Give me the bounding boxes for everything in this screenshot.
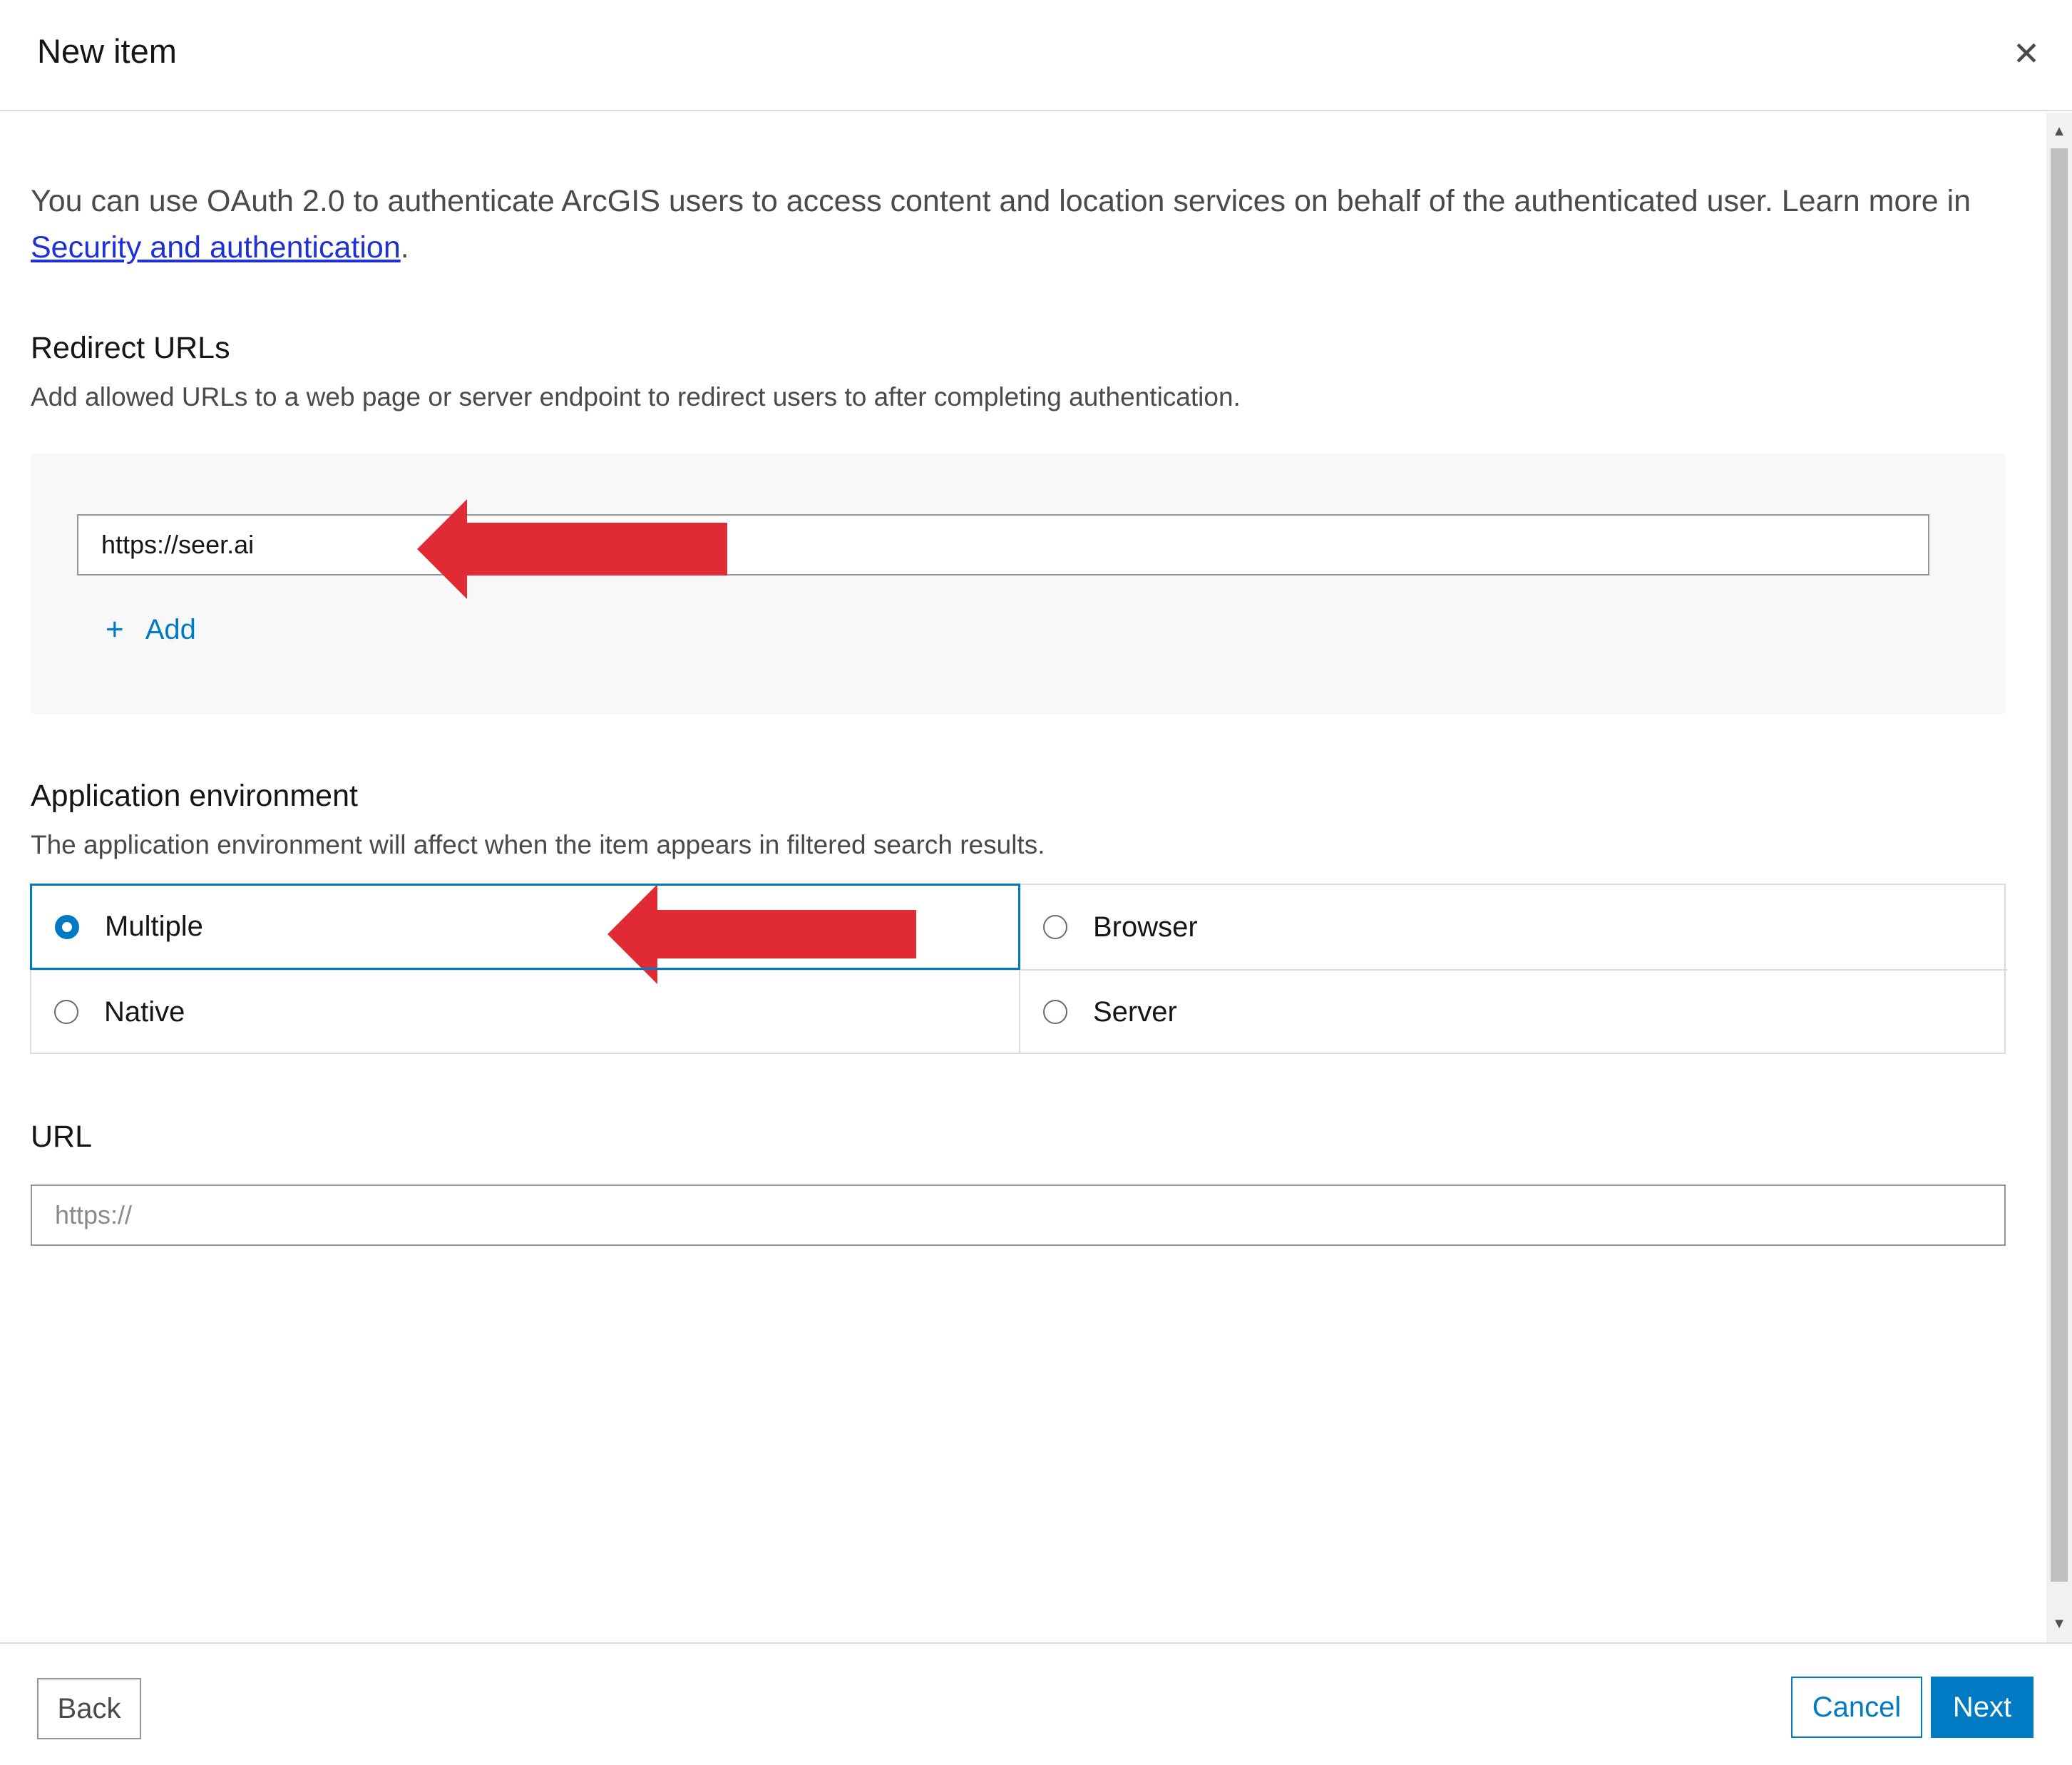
env-option-browser[interactable]: Browser — [1019, 885, 2007, 969]
intro-text-start: You can use OAuth 2.0 to authenticate Ar… — [31, 184, 1971, 218]
dialog-title: New item — [37, 32, 177, 70]
add-redirect-url-button[interactable]: + Add — [106, 605, 196, 655]
dialog-header: New item ✕ — [0, 0, 2072, 111]
close-icon[interactable]: ✕ — [2012, 36, 2041, 71]
add-label: Add — [145, 613, 196, 645]
application-environment-options: Multiple Browser Native Server — [30, 884, 2007, 1054]
url-title: URL — [31, 1120, 93, 1154]
redirect-urls-title: Redirect URLs — [31, 331, 230, 365]
redirect-urls-panel: + Add — [31, 454, 2006, 714]
application-environment-description: The application environment will affect … — [31, 830, 1045, 859]
env-option-multiple[interactable]: Multiple — [30, 884, 1020, 970]
plus-icon: + — [106, 612, 124, 647]
env-option-label: Browser — [1093, 911, 1198, 943]
scroll-up-icon[interactable]: ▲ — [2046, 118, 2072, 144]
env-option-label: Server — [1093, 996, 1177, 1028]
scroll-down-icon[interactable]: ▼ — [2046, 1611, 2072, 1637]
vertical-scrollbar[interactable]: ▲ ▼ — [2046, 113, 2072, 1642]
radio-icon — [1043, 1000, 1067, 1024]
env-option-label: Multiple — [105, 911, 203, 942]
scrollbar-thumb[interactable] — [2051, 148, 2068, 1582]
next-button[interactable]: Next — [1931, 1677, 2033, 1738]
redirect-url-input[interactable] — [77, 514, 1929, 575]
env-option-label: Native — [104, 996, 185, 1028]
env-option-server[interactable]: Server — [1019, 969, 2007, 1053]
url-input[interactable] — [31, 1185, 2006, 1246]
radio-icon — [54, 1000, 78, 1024]
back-button[interactable]: Back — [37, 1678, 141, 1739]
radio-icon — [1043, 915, 1067, 939]
radio-selected-icon — [55, 914, 79, 939]
new-item-dialog: New item ✕ You can use OAuth 2.0 to auth… — [0, 0, 2072, 1765]
redirect-urls-description: Add allowed URLs to a web page or server… — [31, 382, 1241, 411]
cancel-button[interactable]: Cancel — [1791, 1677, 1922, 1738]
dialog-body: You can use OAuth 2.0 to authenticate Ar… — [0, 113, 2072, 1642]
annotation-arrow-icon — [417, 499, 727, 599]
intro-text-end: . — [400, 230, 409, 265]
intro-text: You can use OAuth 2.0 to authenticate Ar… — [31, 178, 2006, 271]
application-environment-title: Application environment — [31, 779, 358, 813]
security-authentication-link[interactable]: Security and authentication — [31, 230, 401, 265]
dialog-footer: Back Cancel Next — [0, 1642, 2072, 1765]
